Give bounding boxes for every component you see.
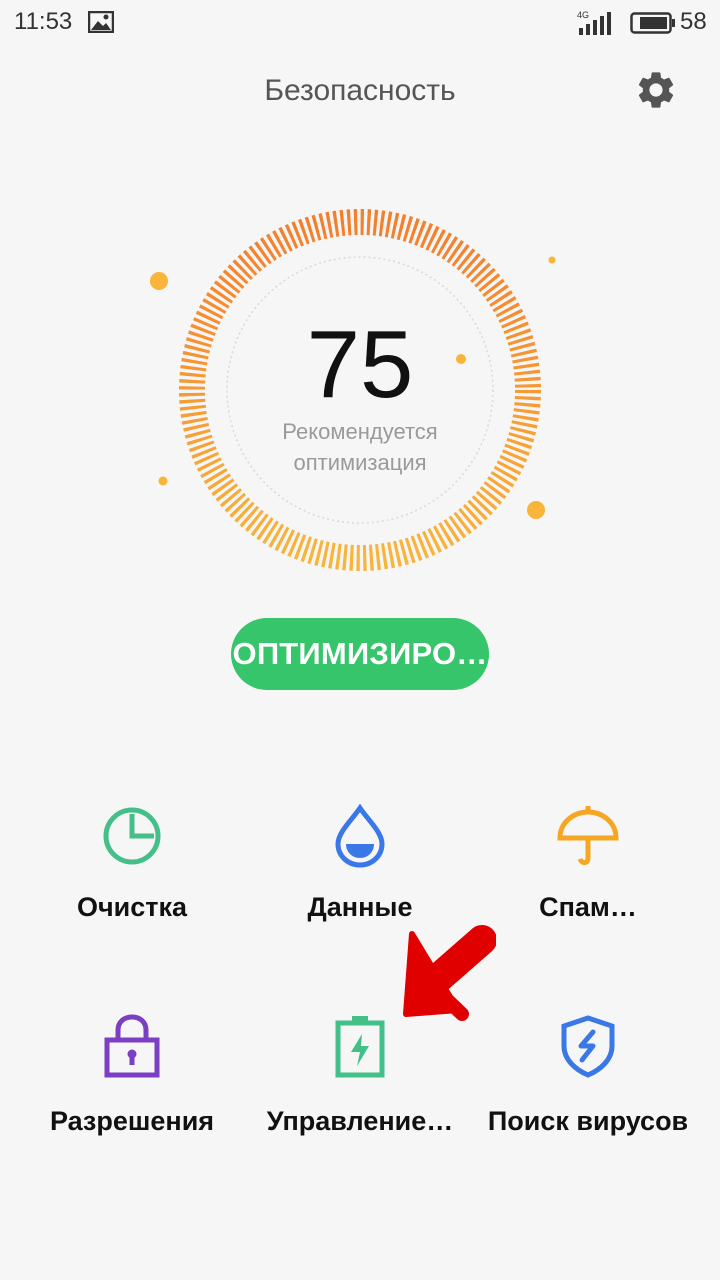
score-caption-line1: Рекомендуется bbox=[282, 419, 438, 444]
tool-label: Разрешения bbox=[49, 1106, 215, 1136]
tool-label: Очистка bbox=[76, 892, 188, 922]
shield-icon bbox=[468, 1014, 708, 1078]
tool-cleanup[interactable]: Очистка bbox=[12, 804, 252, 954]
score-caption: Рекомендуется оптимизация bbox=[210, 416, 510, 478]
umbrella-icon bbox=[468, 804, 708, 868]
battery-icon bbox=[630, 12, 676, 39]
tool-label: Поиск вирусов bbox=[487, 1106, 689, 1136]
tool-battery-management[interactable]: Управление… bbox=[240, 1014, 480, 1164]
optimize-button[interactable]: ОПТИМИЗИРО… bbox=[231, 618, 489, 690]
tool-permissions[interactable]: Разрешения bbox=[12, 1014, 252, 1164]
security-score: 75 bbox=[306, 311, 414, 418]
decor-dot bbox=[548, 256, 556, 264]
clock-pie-icon bbox=[12, 804, 252, 868]
battery-percent: 58 bbox=[680, 8, 707, 35]
page-title: Безопасность bbox=[264, 74, 456, 107]
tool-virus-scan[interactable]: Поиск вирусов bbox=[468, 1014, 708, 1164]
lock-icon bbox=[12, 1014, 252, 1078]
red-arrow-icon bbox=[403, 925, 496, 1021]
score-caption-line2: оптимизация bbox=[293, 450, 427, 475]
tool-spam[interactable]: Спам… bbox=[468, 804, 708, 954]
status-time: 11:53 bbox=[14, 8, 73, 35]
gear-icon[interactable] bbox=[634, 68, 678, 112]
signal-icon: 4G bbox=[577, 10, 617, 41]
image-icon bbox=[87, 10, 115, 38]
decor-dot bbox=[150, 272, 168, 290]
tool-label: Данные bbox=[307, 892, 413, 922]
water-drop-icon bbox=[240, 804, 480, 868]
network-type: 4G bbox=[577, 10, 589, 20]
status-bar: 11:53 4G 58 bbox=[0, 0, 720, 46]
tool-label: Спам… bbox=[539, 892, 637, 922]
decor-dot bbox=[527, 501, 545, 519]
tool-label: Управление… bbox=[266, 1106, 454, 1136]
decor-dot bbox=[158, 476, 168, 486]
